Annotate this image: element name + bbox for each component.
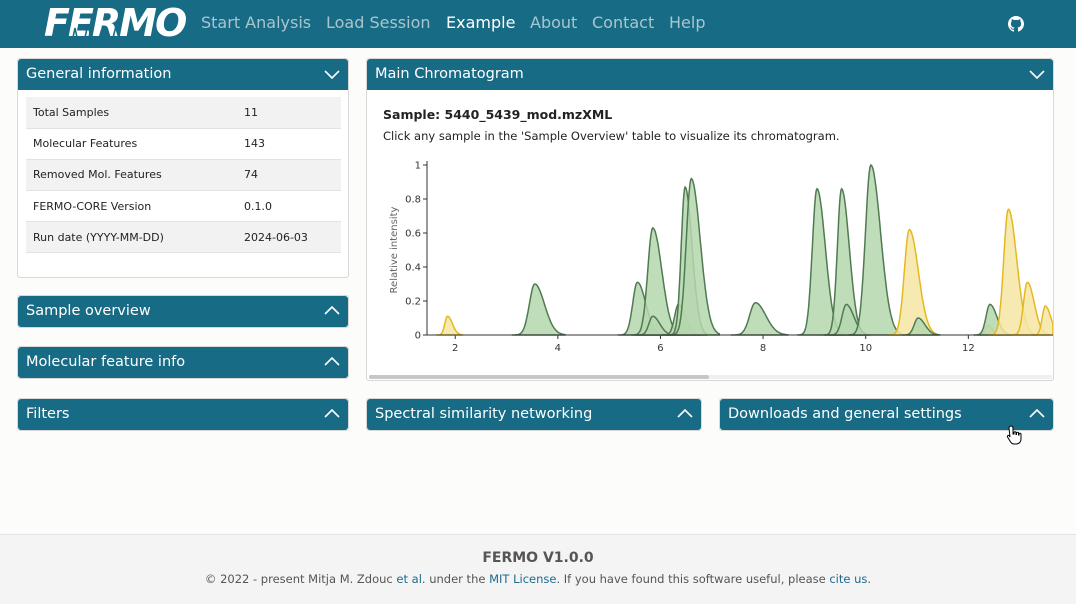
nav-example[interactable]: Example [446, 13, 515, 33]
info-label: Molecular Features [26, 128, 237, 160]
filters-header[interactable]: Filters [18, 399, 348, 430]
y-tick-label: 0.4 [405, 263, 421, 274]
chart-scrollbar-thumb[interactable] [369, 375, 709, 379]
nav-about[interactable]: About [530, 13, 577, 33]
nav-contact[interactable]: Contact [592, 13, 654, 33]
footer-text: © 2022 - present Mitja M. Zdouc et al. u… [0, 572, 1076, 586]
downloads-header[interactable]: Downloads and general settings [720, 399, 1053, 430]
x-tick-label: 12 [962, 343, 975, 354]
x-axis: 2 4 6 8 10 12 [452, 335, 975, 354]
footer-title: FERMO V1.0.0 [482, 550, 594, 566]
peak-series [436, 163, 1053, 336]
mit-license-link[interactable]: MIT License [489, 572, 556, 586]
spectral-networking-card: Spectral similarity networking [366, 398, 702, 431]
downloads-title: Downloads and general settings [728, 406, 962, 422]
info-value: 2024-06-03 [237, 221, 341, 254]
navbar: FERMO Start Analysis Load Session Exampl… [0, 0, 1076, 48]
chevron-down-icon[interactable] [1029, 67, 1045, 81]
y-tick-label: 0 [415, 331, 421, 342]
general-info-header[interactable]: General information [18, 59, 348, 90]
y-tick-label: 0.8 [405, 195, 421, 206]
x-tick-label: 10 [859, 343, 872, 354]
chromatogram-peak[interactable] [511, 283, 566, 336]
chevron-up-icon[interactable] [324, 355, 340, 369]
chevron-up-icon[interactable] [677, 407, 693, 421]
info-label: Removed Mol. Features [26, 159, 237, 192]
info-label: Total Samples [26, 97, 237, 129]
chromatogram-chart[interactable]: Relative intensity 0 0.2 0.4 0.6 0.8 1 2 4 6 8 10… [383, 155, 1053, 355]
filters-title: Filters [26, 406, 70, 422]
y-axis-label: Relative intensity [389, 206, 400, 293]
chromatogram-peak[interactable] [888, 228, 939, 336]
hand-cursor-icon [1006, 425, 1022, 445]
chevron-down-icon[interactable] [324, 67, 340, 81]
table-row: Run date (YYYY-MM-DD) 2024-06-03 [26, 221, 341, 254]
table-row: Removed Mol. Features 74 [26, 159, 341, 192]
sample-hint: Click any sample in the 'Sample Overview… [383, 129, 840, 143]
nav-load-session[interactable]: Load Session [326, 13, 431, 33]
table-row: Total Samples 11 [26, 97, 341, 129]
chromatogram-peak[interactable] [730, 301, 789, 336]
info-label: FERMO-CORE Version [26, 190, 237, 223]
cite-us-link[interactable]: cite us [829, 572, 867, 586]
sample-overview-card: Sample overview [17, 295, 349, 328]
logo-peaks-icon [66, 23, 128, 42]
info-value: 143 [237, 128, 341, 160]
sample-overview-title: Sample overview [26, 303, 151, 319]
info-value: 0.1.0 [237, 190, 341, 223]
spectral-networking-title: Spectral similarity networking [375, 406, 593, 422]
footer-text-suffix: . [867, 572, 872, 586]
general-info-title: General information [26, 66, 172, 82]
chevron-up-icon[interactable] [1029, 407, 1045, 421]
y-tick-label: 1 [415, 161, 421, 172]
x-tick-label: 2 [452, 343, 458, 354]
footer-copyright: © 2022 - present Mitja M. Zdouc [204, 572, 397, 586]
table-row: Molecular Features 143 [26, 128, 341, 160]
chromatogram-peak[interactable] [436, 315, 464, 336]
downloads-card: Downloads and general settings [719, 398, 1054, 431]
fermo-logo[interactable]: FERMO [44, 2, 187, 44]
nav-start-analysis[interactable]: Start Analysis [201, 13, 311, 33]
x-tick-label: 6 [657, 343, 663, 354]
github-icon[interactable] [1008, 16, 1024, 32]
y-tick-label: 0.2 [405, 297, 421, 308]
info-value: 74 [237, 159, 341, 192]
chevron-up-icon[interactable] [324, 407, 340, 421]
info-value: 11 [237, 97, 341, 129]
et-al-link[interactable]: et al. [396, 572, 425, 586]
general-info-card: General information Total Samples 11 Mole… [17, 58, 349, 278]
chevron-up-icon[interactable] [324, 304, 340, 318]
y-axis: 0 0.2 0.4 0.6 0.8 1 [405, 161, 427, 342]
main-chromatogram-header[interactable]: Main Chromatogram [367, 59, 1053, 90]
main-chromatogram-card: Main Chromatogram Sample: 5440_5439_mod.… [366, 58, 1054, 381]
nav-help[interactable]: Help [669, 13, 705, 33]
sample-title: Sample: 5440_5439_mod.mzXML [383, 107, 613, 122]
chart-scrollbar[interactable] [369, 375, 1052, 379]
molecular-feature-title: Molecular feature info [26, 354, 186, 370]
general-info-table: Total Samples 11 Molecular Features 143 Re… [26, 97, 341, 254]
footer-text-mid2: . If you have found this software useful… [556, 572, 830, 586]
x-tick-label: 8 [760, 343, 766, 354]
footer-text-mid: under the [425, 572, 490, 586]
table-row: FERMO-CORE Version 0.1.0 [26, 190, 341, 223]
main-chromatogram-title: Main Chromatogram [375, 66, 524, 82]
molecular-feature-header[interactable]: Molecular feature info [18, 347, 348, 378]
sample-overview-header[interactable]: Sample overview [18, 296, 348, 327]
x-tick-label: 4 [555, 343, 561, 354]
molecular-feature-card: Molecular feature info [17, 346, 349, 379]
spectral-networking-header[interactable]: Spectral similarity networking [367, 399, 701, 430]
filters-card: Filters [17, 398, 349, 431]
y-tick-label: 0.6 [405, 229, 421, 240]
info-label: Run date (YYYY-MM-DD) [26, 221, 237, 254]
footer: FERMO V1.0.0 © 2022 - present Mitja M. Z… [0, 534, 1076, 604]
